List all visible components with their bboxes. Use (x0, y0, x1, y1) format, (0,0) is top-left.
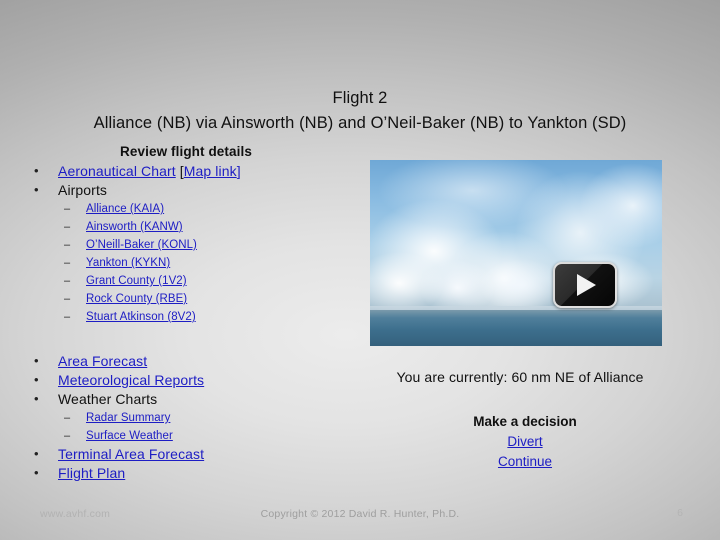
link-area-forecast[interactable]: Area Forecast (58, 353, 147, 369)
list-item-airport[interactable]: – Rock County (RBE) (58, 290, 348, 308)
footer-copyright: Copyright © 2012 David R. Hunter, Ph.D. (260, 508, 460, 520)
map-link-prefix: [ (175, 163, 184, 179)
link-divert[interactable]: Divert (380, 432, 670, 452)
link-continue[interactable]: Continue (380, 452, 670, 472)
bullet-dash-icon: – (64, 257, 71, 269)
list-item-airport[interactable]: – Yankton (KYKN) (58, 254, 348, 272)
flight-details-list: • Aeronautical Chart [Map link] • Airports… (18, 162, 348, 326)
review-flight-details-heading: Review flight details (120, 144, 252, 159)
list-item-airport[interactable]: – Stuart Atkinson (8V2) (58, 308, 348, 326)
link-map-link[interactable]: Map link (184, 163, 237, 179)
ocean-layer (370, 310, 662, 346)
bullet-dash-icon: – (64, 293, 71, 305)
slide-canvas: Flight 2 Alliance (NB) via Ainsworth (NB… (0, 0, 720, 540)
link-surface-weather[interactable]: Surface Weather (86, 430, 173, 442)
link-airport-alliance[interactable]: Alliance (KAIA) (86, 203, 164, 215)
bullet-dot-icon: • (34, 391, 39, 406)
bullet-dash-icon: – (64, 412, 71, 424)
list-item-area-forecast[interactable]: • Area Forecast (18, 352, 348, 371)
link-airport-yankton[interactable]: Yankton (KYKN) (86, 257, 170, 269)
bullet-dot-icon: • (34, 465, 39, 480)
play-triangle-icon (577, 274, 596, 296)
list-item-weather-chart[interactable]: – Radar Summary (58, 409, 348, 427)
link-radar-summary[interactable]: Radar Summary (86, 412, 170, 424)
bullet-dot-icon: • (34, 446, 39, 461)
bullet-dash-icon: – (64, 311, 71, 323)
bullet-dash-icon: – (64, 239, 71, 251)
list-item-terminal-area-forecast[interactable]: • Terminal Area Forecast (18, 445, 348, 464)
bullet-dash-icon: – (64, 203, 71, 215)
link-aeronautical-chart[interactable]: Aeronautical Chart (58, 163, 176, 179)
weather-charts-sublist: – Radar Summary – Surface Weather (58, 409, 348, 445)
list-item-airport[interactable]: – O’Neill-Baker (KONL) (58, 236, 348, 254)
bullet-dot-icon: • (34, 372, 39, 387)
bullet-dash-icon: – (64, 275, 71, 287)
list-item-weather-charts: • Weather Charts – Radar Summary – Surface … (18, 390, 348, 445)
current-position-status: You are currently: 60 nm NE of Alliance (396, 369, 644, 385)
make-a-decision-heading: Make a decision (473, 414, 577, 429)
video-thumbnail[interactable] (370, 160, 662, 346)
title-line-2: Alliance (NB) via Ainsworth (NB) and O’N… (93, 114, 627, 132)
list-item-airport[interactable]: – Ainsworth (KANW) (58, 218, 348, 236)
left-content-column: Review flight details • Aeronautical Char… (18, 144, 348, 326)
list-item-weather-chart[interactable]: – Surface Weather (58, 427, 348, 445)
list-item-aeronautical-chart[interactable]: • Aeronautical Chart [Map link] (18, 162, 348, 181)
title-line-1: Flight 2 (332, 89, 388, 107)
label-weather-charts: Weather Charts (58, 391, 158, 407)
list-item-airport[interactable]: – Alliance (KAIA) (58, 200, 348, 218)
bullet-dash-icon: – (64, 221, 71, 233)
list-item-meteorological-reports[interactable]: • Meteorological Reports (18, 371, 348, 390)
bullet-dash-icon: – (64, 430, 71, 442)
label-airports: Airports (58, 182, 108, 198)
decision-block: Make a decision Divert Continue (380, 412, 670, 472)
list-item-airport[interactable]: – Grant County (1V2) (58, 272, 348, 290)
bullet-dot-icon: • (34, 353, 39, 368)
bullet-dot-icon: • (34, 182, 39, 197)
slide-title: Flight 2 Alliance (NB) via Ainsworth (NB… (0, 86, 720, 136)
list-item-flight-plan[interactable]: • Flight Plan (18, 464, 348, 483)
list-item-airports: • Airports – Alliance (KAIA) – Ainsworth (K… (18, 181, 348, 326)
link-airport-ainsworth[interactable]: Ainsworth (KANW) (86, 221, 183, 233)
link-airport-rock-county[interactable]: Rock County (RBE) (86, 293, 187, 305)
link-airport-oneill-baker[interactable]: O’Neill-Baker (KONL) (86, 239, 197, 251)
link-terminal-area-forecast[interactable]: Terminal Area Forecast (58, 446, 204, 462)
footer-page-number: 6 (677, 507, 683, 519)
link-airport-grant-county[interactable]: Grant County (1V2) (86, 275, 187, 287)
link-meteorological-reports[interactable]: Meteorological Reports (58, 372, 204, 388)
link-airport-stuart-atkinson[interactable]: Stuart Atkinson (8V2) (86, 311, 196, 323)
bullet-dot-icon: • (34, 163, 39, 178)
link-flight-plan[interactable]: Flight Plan (58, 465, 125, 481)
cloud-layer (370, 248, 662, 312)
airports-sublist: – Alliance (KAIA) – Ainsworth (KANW) – O’Ne… (58, 200, 348, 326)
map-link-bracket-close: ] (236, 163, 241, 179)
weather-resources-list: • Area Forecast • Meteorological Reports •… (18, 352, 348, 483)
play-icon[interactable] (553, 262, 617, 308)
